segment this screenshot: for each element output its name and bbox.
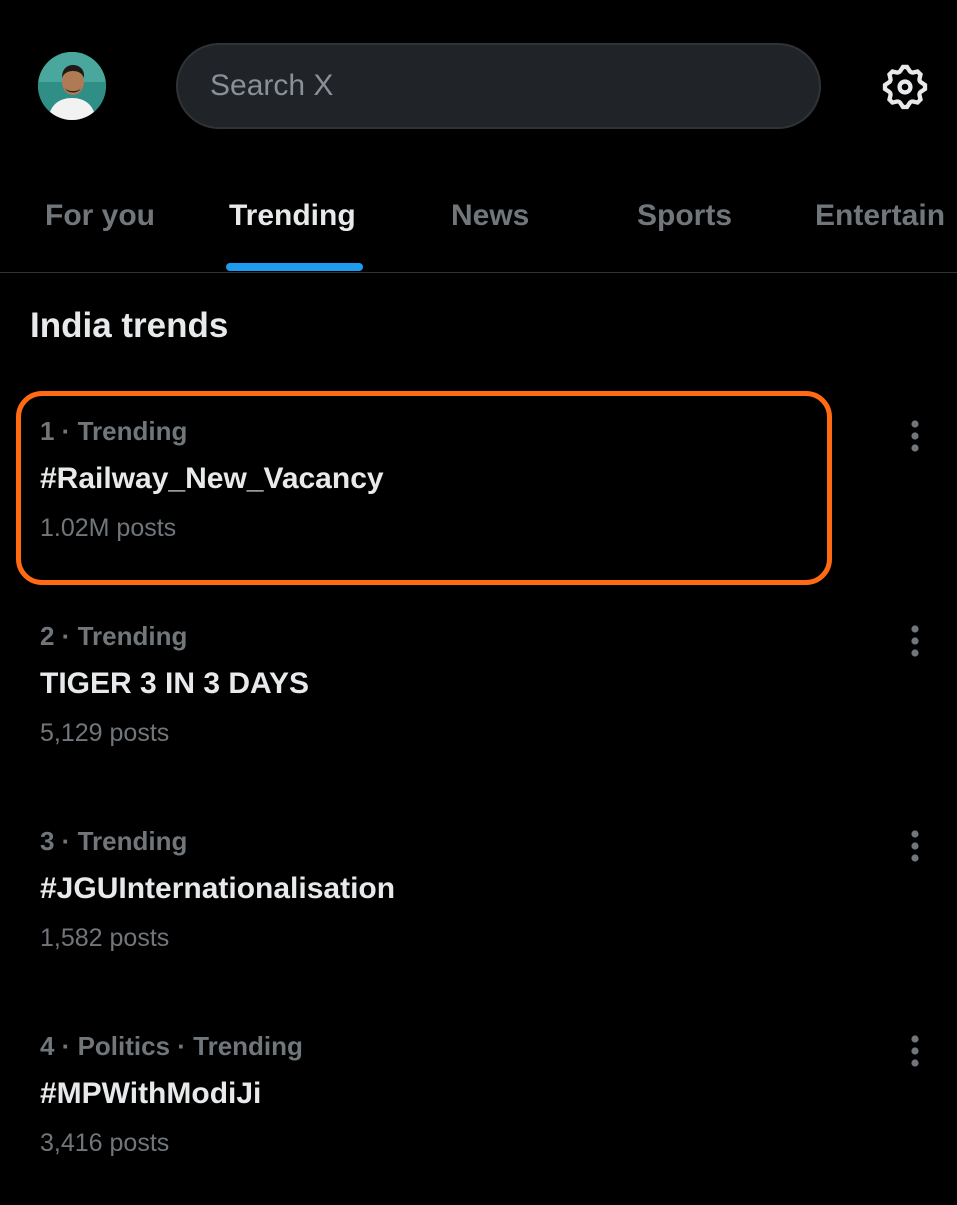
trend-meta: 1 · Trending (40, 416, 188, 446)
trend-item[interactable]: 2 · Trending TIGER 3 IN 3 DAYS 5,129 pos… (0, 605, 957, 795)
more-options-button[interactable] (898, 416, 932, 456)
trend-post-count: 1.02M posts (40, 514, 177, 542)
trend-post-count: 5,129 posts (40, 719, 170, 747)
search-input[interactable] (208, 68, 819, 104)
settings-button[interactable] (876, 58, 934, 116)
trend-name: #JGUInternationalisation (40, 872, 396, 905)
tab-for-you[interactable]: For you (45, 170, 155, 272)
profile-avatar-icon (38, 52, 106, 120)
trend-meta: 4 · Politics · Trending (40, 1031, 303, 1061)
search-bar[interactable] (176, 43, 821, 129)
trend-meta: 2 · Trending (40, 621, 188, 651)
trend-name: TIGER 3 IN 3 DAYS (40, 667, 309, 700)
trend-post-count: 1,582 posts (40, 924, 170, 952)
trend-meta: 3 · Trending (40, 826, 188, 856)
gear-icon (882, 64, 928, 110)
more-options-button[interactable] (898, 1031, 932, 1071)
more-options-button[interactable] (898, 826, 932, 866)
tab-bar: For you Trending News Sports Entertain (0, 170, 957, 273)
tab-news[interactable]: News (451, 170, 529, 272)
more-vertical-icon (911, 625, 919, 657)
trend-item[interactable]: 3 · Trending #JGUInternationalisation 1,… (0, 810, 957, 1000)
active-tab-indicator (226, 263, 363, 271)
section-title: India trends (30, 306, 229, 345)
tab-sports[interactable]: Sports (637, 170, 732, 272)
trend-item[interactable]: 4 · Politics · Trending #MPWithModiJi 3,… (0, 1015, 957, 1205)
more-options-button[interactable] (898, 621, 932, 661)
trend-name: #MPWithModiJi (40, 1077, 262, 1110)
trend-post-count: 3,416 posts (40, 1129, 170, 1157)
more-vertical-icon (911, 1035, 919, 1067)
more-vertical-icon (911, 830, 919, 862)
trend-item[interactable]: 1 · Trending #Railway_New_Vacancy 1.02M … (0, 400, 957, 590)
tab-entertainment[interactable]: Entertain (815, 170, 945, 272)
trend-name: #Railway_New_Vacancy (40, 462, 384, 495)
more-vertical-icon (911, 420, 919, 452)
tab-trending[interactable]: Trending (229, 170, 356, 272)
avatar[interactable] (38, 52, 106, 120)
